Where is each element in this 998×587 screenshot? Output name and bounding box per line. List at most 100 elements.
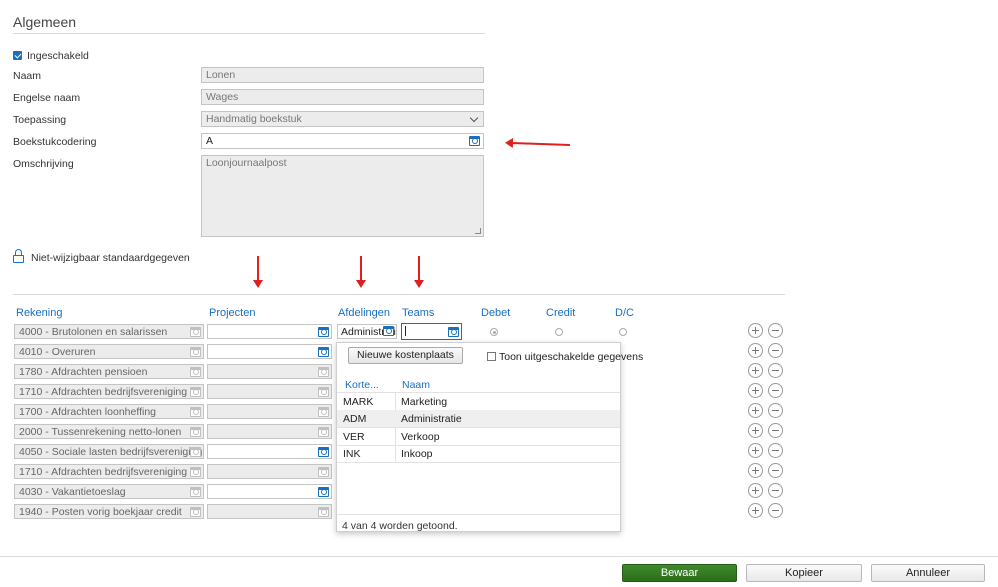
credit-radio[interactable] <box>555 328 563 336</box>
section-title: Algemeen <box>13 14 77 30</box>
account-label: 4010 - Overuren <box>19 346 96 358</box>
lookup-icon[interactable] <box>190 367 201 377</box>
remove-row-icon[interactable] <box>768 463 783 478</box>
project-field[interactable] <box>207 444 332 459</box>
boekstukcodering-input[interactable]: A <box>201 133 484 149</box>
debet-radio[interactable] <box>490 328 498 336</box>
lookup-icon[interactable] <box>318 487 329 497</box>
account-field[interactable]: 1940 - Posten vorig boekjaar credit <box>14 504 204 519</box>
add-row-icon[interactable] <box>748 323 763 338</box>
col-name[interactable]: Naam <box>402 379 430 391</box>
lookup-icon[interactable] <box>448 327 459 337</box>
remove-row-icon[interactable] <box>768 323 783 338</box>
engelse-naam-field: Wages <box>201 89 484 105</box>
account-field[interactable]: 2000 - Tussenrekening netto-lonen <box>14 424 204 439</box>
add-row-icon[interactable] <box>748 343 763 358</box>
col-code[interactable]: Korte... <box>345 379 379 391</box>
lock-icon <box>13 249 24 263</box>
lookup-icon <box>318 407 329 417</box>
item-code: INK <box>343 448 361 460</box>
add-row-icon[interactable] <box>748 383 763 398</box>
lookup-icon[interactable] <box>383 326 394 336</box>
annotation-arrow-down-projecten <box>253 256 263 288</box>
lookup-icon <box>318 467 329 477</box>
col-rekening[interactable]: Rekening <box>16 307 62 319</box>
project-field <box>207 464 332 479</box>
lookup-icon[interactable] <box>318 327 329 337</box>
account-field[interactable]: 1710 - Afdrachten bedrijfsvereniging <box>14 464 204 479</box>
lookup-icon[interactable] <box>190 507 201 517</box>
new-kostenplaats-button[interactable]: Nieuwe kostenplaats <box>348 347 463 364</box>
account-field[interactable]: 4050 - Sociale lasten bedrijfsvereniging <box>14 444 204 459</box>
remove-row-icon[interactable] <box>768 383 783 398</box>
account-field[interactable]: 4000 - Brutolonen en salarissen <box>14 324 204 339</box>
copy-button[interactable]: Kopieer <box>746 564 862 582</box>
list-item[interactable]: VER Verkoop <box>337 428 620 445</box>
enabled-checkbox[interactable] <box>13 51 22 60</box>
lookup-icon <box>318 507 329 517</box>
lookup-icon <box>318 387 329 397</box>
account-field[interactable]: 4030 - Vakantietoeslag <box>14 484 204 499</box>
add-row-icon[interactable] <box>748 463 763 478</box>
show-disabled-toggle[interactable]: Toon uitgeschakelde gegevens <box>487 351 643 363</box>
col-credit[interactable]: Credit <box>546 307 575 319</box>
lookup-icon[interactable] <box>190 347 201 357</box>
lookup-icon[interactable] <box>190 447 201 457</box>
dc-radio[interactable] <box>619 328 627 336</box>
account-field[interactable]: 1700 - Afdrachten loonheffing <box>14 404 204 419</box>
project-field[interactable] <box>207 344 332 359</box>
remove-row-icon[interactable] <box>768 423 783 438</box>
account-field[interactable]: 1780 - Afdrachten pensioen <box>14 364 204 379</box>
add-row-icon[interactable] <box>748 483 763 498</box>
add-row-icon[interactable] <box>748 443 763 458</box>
col-debet[interactable]: Debet <box>481 307 510 319</box>
lookup-icon[interactable] <box>190 487 201 497</box>
col-afdelingen[interactable]: Afdelingen <box>338 307 390 319</box>
action-bar-divider <box>0 556 998 557</box>
project-field <box>207 424 332 439</box>
list-item[interactable]: ADM Administratie <box>337 410 620 427</box>
item-name: Verkoop <box>401 431 440 443</box>
col-dc[interactable]: D/C <box>615 307 634 319</box>
lookup-icon[interactable] <box>190 427 201 437</box>
add-row-icon[interactable] <box>748 503 763 518</box>
show-disabled-checkbox[interactable] <box>487 352 496 361</box>
project-field[interactable] <box>207 484 332 499</box>
account-label: 2000 - Tussenrekening netto-lonen <box>19 426 182 438</box>
popup-divider <box>337 462 620 463</box>
remove-row-icon[interactable] <box>768 483 783 498</box>
chevron-down-icon <box>469 113 479 123</box>
lookup-icon[interactable] <box>190 407 201 417</box>
add-row-icon[interactable] <box>748 363 763 378</box>
resize-handle-icon <box>475 228 481 234</box>
cancel-button[interactable]: Annuleer <box>871 564 985 582</box>
lookup-icon[interactable] <box>318 447 329 457</box>
account-field[interactable]: 1710 - Afdrachten bedrijfsvereniging <box>14 384 204 399</box>
account-field[interactable]: 4010 - Overuren <box>14 344 204 359</box>
remove-row-icon[interactable] <box>768 503 783 518</box>
remove-row-icon[interactable] <box>768 403 783 418</box>
remove-row-icon[interactable] <box>768 443 783 458</box>
list-item[interactable]: MARK Marketing <box>337 393 620 410</box>
lookup-icon <box>318 427 329 437</box>
lookup-icon[interactable] <box>469 136 480 146</box>
remove-row-icon[interactable] <box>768 343 783 358</box>
lookup-icon[interactable] <box>190 327 201 337</box>
annotation-arrow-down-teams <box>414 256 424 288</box>
project-field[interactable] <box>207 324 332 339</box>
toepassing-select[interactable]: Handmatig boekstuk <box>201 111 484 127</box>
lookup-icon[interactable] <box>190 387 201 397</box>
toepassing-value: Handmatig boekstuk <box>206 113 302 125</box>
account-label: 4030 - Vakantietoeslag <box>19 486 126 498</box>
boekstukcodering-label: Boekstukcodering <box>13 136 97 148</box>
list-item[interactable]: INK Inkoop <box>337 445 620 462</box>
add-row-icon[interactable] <box>748 403 763 418</box>
remove-row-icon[interactable] <box>768 363 783 378</box>
col-projecten[interactable]: Projecten <box>209 307 255 319</box>
save-button[interactable]: Bewaar <box>622 564 737 582</box>
add-row-icon[interactable] <box>748 423 763 438</box>
lookup-icon[interactable] <box>190 467 201 477</box>
toepassing-label: Toepassing <box>13 114 67 126</box>
lookup-icon[interactable] <box>318 347 329 357</box>
col-teams[interactable]: Teams <box>402 307 434 319</box>
